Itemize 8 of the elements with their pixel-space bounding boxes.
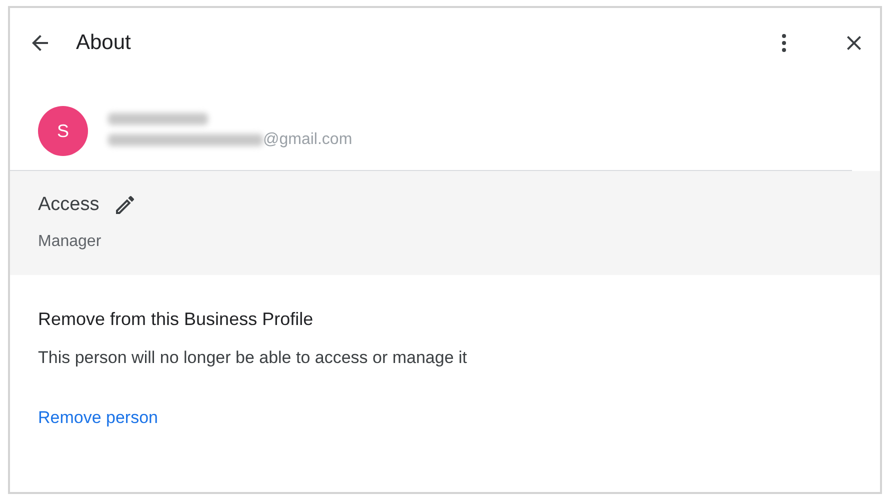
avatar: S — [38, 106, 88, 156]
dialog-title: About — [76, 31, 131, 55]
remove-person-link[interactable]: Remove person — [38, 408, 158, 428]
remove-heading: Remove from this Business Profile — [38, 309, 314, 330]
remove-description: This person will no longer be able to access or manage it — [38, 348, 468, 368]
email-domain: @gmail.com — [263, 131, 352, 149]
access-role: Manager — [38, 233, 102, 251]
access-label: Access — [38, 194, 100, 216]
